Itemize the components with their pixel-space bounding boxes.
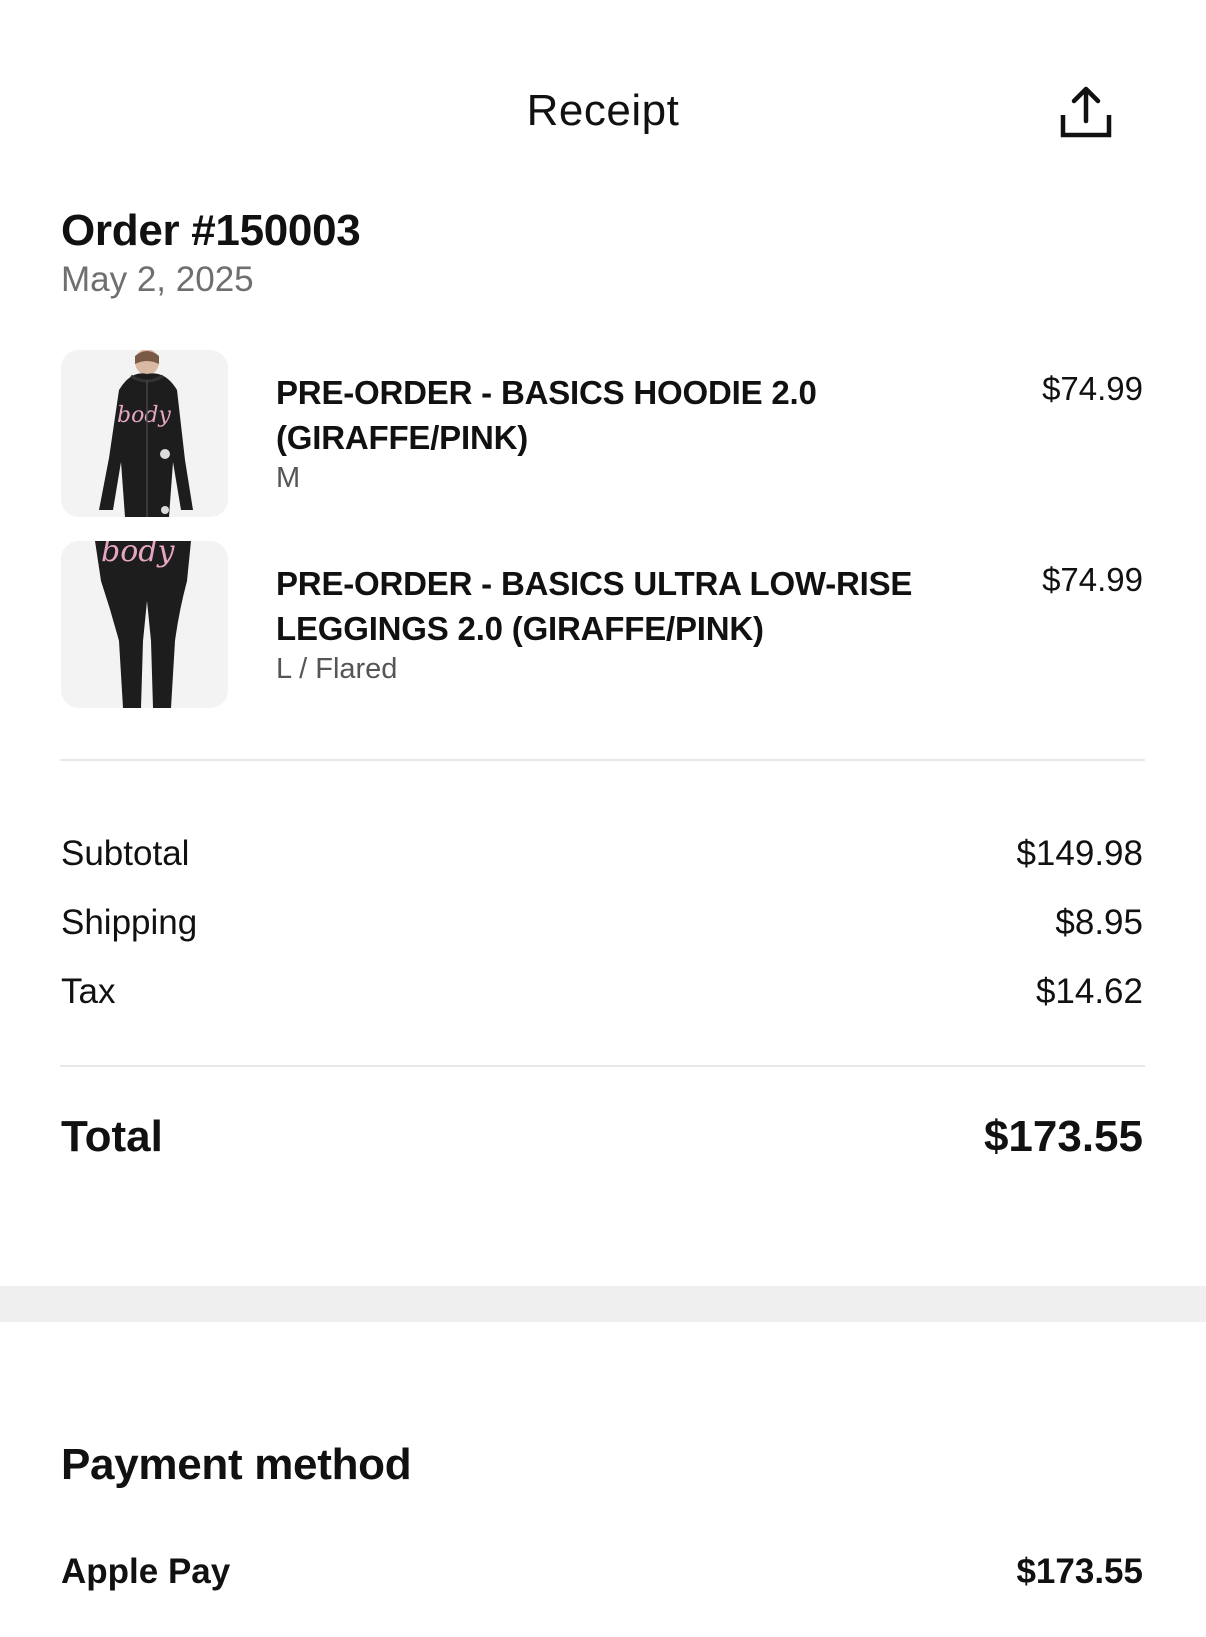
divider (60, 759, 1145, 761)
divider (60, 1065, 1145, 1067)
order-date: May 2, 2025 (61, 260, 254, 299)
payment-amount: $173.55 (1016, 1552, 1143, 1591)
product-image-hoodie: body (61, 350, 228, 517)
payment-method-title: Payment method (61, 1440, 412, 1489)
subtotal-label: Subtotal (61, 834, 190, 873)
shipping-row: Shipping $8.95 (61, 903, 1143, 947)
payment-method-name: Apple Pay (61, 1552, 231, 1591)
subtotal-value: $149.98 (1016, 834, 1143, 873)
page-title: Receipt (526, 86, 680, 135)
shipping-value: $8.95 (1055, 903, 1143, 942)
product-image-leggings: body (61, 541, 228, 708)
shipping-label: Shipping (61, 903, 198, 942)
tax-value: $14.62 (1035, 972, 1143, 1011)
list-item[interactable]: body PRE-ORDER - BASICS ULTRA LOW-RISE L… (61, 541, 1143, 709)
share-icon (1060, 86, 1112, 138)
hoodie-print-text: body (117, 403, 171, 428)
item-name: PRE-ORDER - BASICS HOODIE 2.0 (GIRAFFE/P… (276, 374, 817, 456)
receipt-header: Receipt (0, 0, 1206, 230)
total-label: Total (61, 1112, 163, 1161)
total-row: Total $173.55 (61, 1112, 1143, 1168)
share-button[interactable] (1055, 82, 1117, 144)
item-variant: L / Flared (276, 653, 398, 685)
item-variant: M (276, 462, 301, 494)
item-name: PRE-ORDER - BASICS ULTRA LOW-RISE LEGGIN… (276, 565, 913, 647)
total-value: $173.55 (983, 1112, 1143, 1161)
order-number: Order #150003 (61, 206, 361, 255)
item-price: $74.99 (1042, 370, 1143, 407)
subtotal-row: Subtotal $149.98 (61, 834, 1143, 878)
list-item[interactable]: body PRE-ORDER - BASICS HOODIE 2.0 (GIRA… (61, 350, 1143, 518)
payment-row: Apple Pay $173.55 (61, 1552, 1143, 1596)
leggings-print-text: body (101, 541, 175, 569)
section-separator (0, 1286, 1206, 1322)
item-price: $74.99 (1042, 561, 1143, 598)
tax-label: Tax (61, 972, 116, 1011)
tax-row: Tax $14.62 (61, 972, 1143, 1016)
